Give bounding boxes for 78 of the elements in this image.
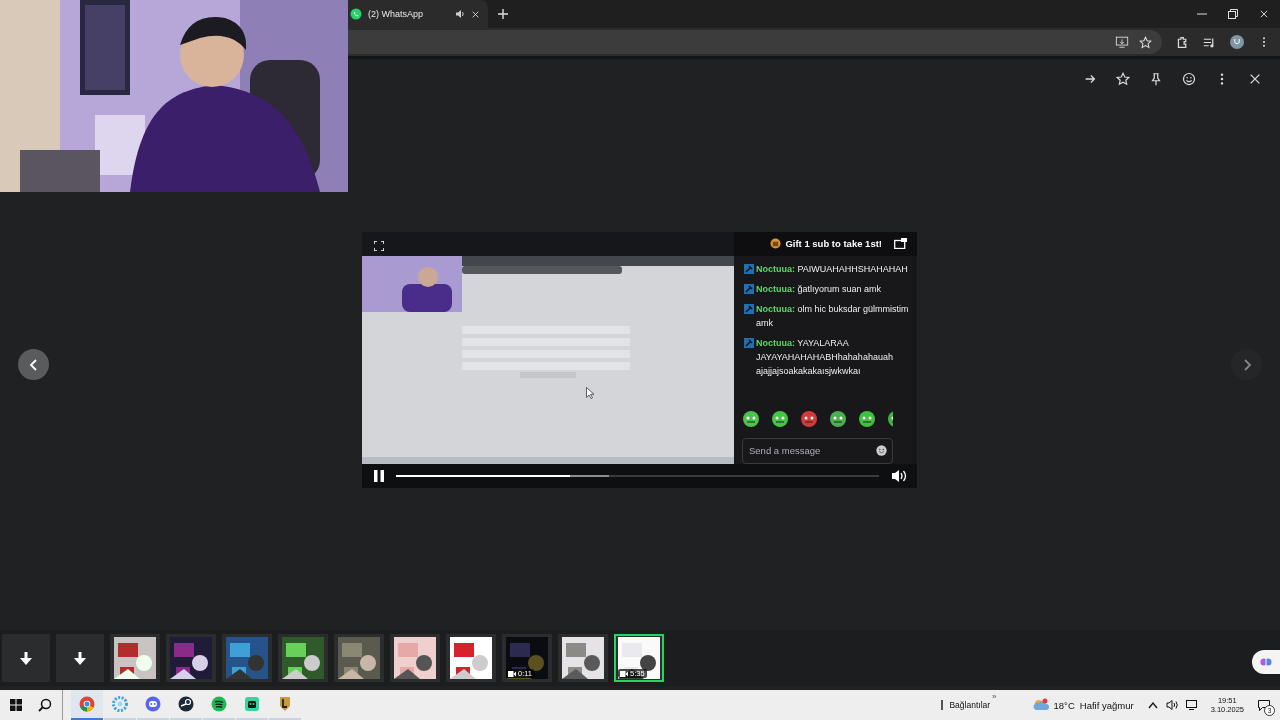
chevron-left-icon[interactable]	[27, 358, 40, 371]
emote-icon[interactable]	[829, 409, 847, 428]
chat-message: Noctuua: PAIWUAHAHHSHAHAHAH	[756, 262, 908, 276]
emote-icon[interactable]	[800, 409, 818, 428]
weather-widget[interactable]: 18°C Hafif yağmur	[1032, 698, 1134, 712]
media-thumbnail[interactable]	[110, 634, 160, 682]
network-icon[interactable]	[1185, 700, 1199, 710]
gift-icon	[770, 238, 782, 249]
emote-icon[interactable]	[887, 409, 893, 428]
rain-cloud-icon	[1032, 698, 1049, 712]
download-button[interactable]	[56, 634, 104, 682]
close-icon[interactable]	[471, 9, 480, 19]
pause-icon[interactable]	[374, 469, 384, 482]
pin-icon[interactable]	[1149, 72, 1163, 86]
popout-icon[interactable]	[894, 238, 907, 249]
volume-icon[interactable]	[891, 468, 909, 483]
media-thumbnail[interactable]	[166, 634, 216, 682]
browser-tab[interactable]: (2) WhatsApp	[348, 0, 488, 28]
message-input[interactable]: Send a message	[742, 437, 893, 464]
video-camera-icon	[508, 670, 516, 677]
close-icon[interactable]	[1248, 72, 1262, 86]
chat-message: Noctuua: olm hic buksdar gülmmistim amk	[756, 302, 909, 330]
shield-icon	[277, 696, 293, 712]
fullscreen-icon[interactable]	[374, 240, 384, 251]
moderator-badge-icon	[744, 337, 754, 348]
brain-icon	[1260, 656, 1272, 668]
speaker-icon[interactable]	[1165, 700, 1178, 710]
cursor-icon	[586, 386, 594, 399]
media-thumbnail[interactable]	[558, 634, 608, 682]
tab-title: (2) WhatsApp	[368, 9, 425, 19]
emote-icon[interactable]	[771, 409, 789, 428]
moderator-badge-icon	[744, 303, 754, 314]
moderator-badge-icon	[744, 283, 754, 294]
assistant-button[interactable]	[1252, 650, 1280, 674]
message-icon	[1258, 699, 1270, 711]
emote-icon[interactable]	[858, 409, 876, 428]
chevron-up-icon[interactable]	[1147, 701, 1158, 709]
temperature: 18°C	[1053, 699, 1075, 711]
forward-icon[interactable]	[1083, 72, 1097, 86]
extensions-icon[interactable]	[1176, 35, 1189, 49]
whatsapp-icon	[350, 8, 362, 20]
restore-icon[interactable]	[1228, 9, 1238, 19]
star-icon[interactable]	[1116, 72, 1130, 86]
download-icon	[20, 651, 32, 665]
emoji-icon[interactable]	[876, 444, 887, 456]
steam-icon	[178, 696, 194, 712]
chat-message: Noctuua: YAYALARAA JAYAYAHAHAHABHhahahahauah ajajjajsoakakakaısjwkwkaı	[756, 336, 894, 378]
chat-message: Noctuua: ğatlıyorum suan amk	[756, 282, 882, 296]
progress-bar[interactable]	[396, 474, 879, 477]
toolbar-links[interactable]: Bağlantılar	[941, 700, 991, 710]
media-thumbnail[interactable]	[334, 634, 384, 682]
media-thumbnail[interactable]	[390, 634, 440, 682]
install-icon[interactable]	[1115, 35, 1129, 49]
robot-icon	[244, 696, 260, 712]
emoji-icon[interactable]	[1182, 72, 1196, 86]
close-icon[interactable]	[1259, 9, 1269, 19]
media-icon[interactable]	[1203, 35, 1216, 49]
media-thumbnail[interactable]	[222, 634, 272, 682]
start-icon[interactable]	[10, 699, 22, 711]
previous-button[interactable]	[18, 349, 49, 380]
video-camera-icon	[620, 670, 628, 677]
new-tab-icon[interactable]	[498, 9, 508, 19]
gear-icon	[112, 696, 128, 712]
weather-condition: Hafif yağmur	[1079, 699, 1134, 711]
speaker-icon[interactable]	[455, 9, 465, 19]
media-thumbnail[interactable]	[446, 634, 496, 682]
download-button[interactable]	[2, 634, 50, 682]
emote-icon[interactable]	[742, 409, 760, 428]
discord-icon	[145, 696, 161, 712]
search-icon[interactable]	[38, 698, 52, 712]
chrome-icon	[79, 696, 95, 712]
chevron[interactable]: »	[992, 692, 997, 701]
moderator-badge-icon	[744, 263, 754, 274]
avatar-icon[interactable]	[1230, 35, 1244, 49]
download-icon	[74, 651, 86, 665]
spotify-icon	[211, 696, 227, 712]
bookmark-star-icon[interactable]	[1139, 35, 1152, 49]
media-thumbnail[interactable]	[278, 634, 328, 682]
